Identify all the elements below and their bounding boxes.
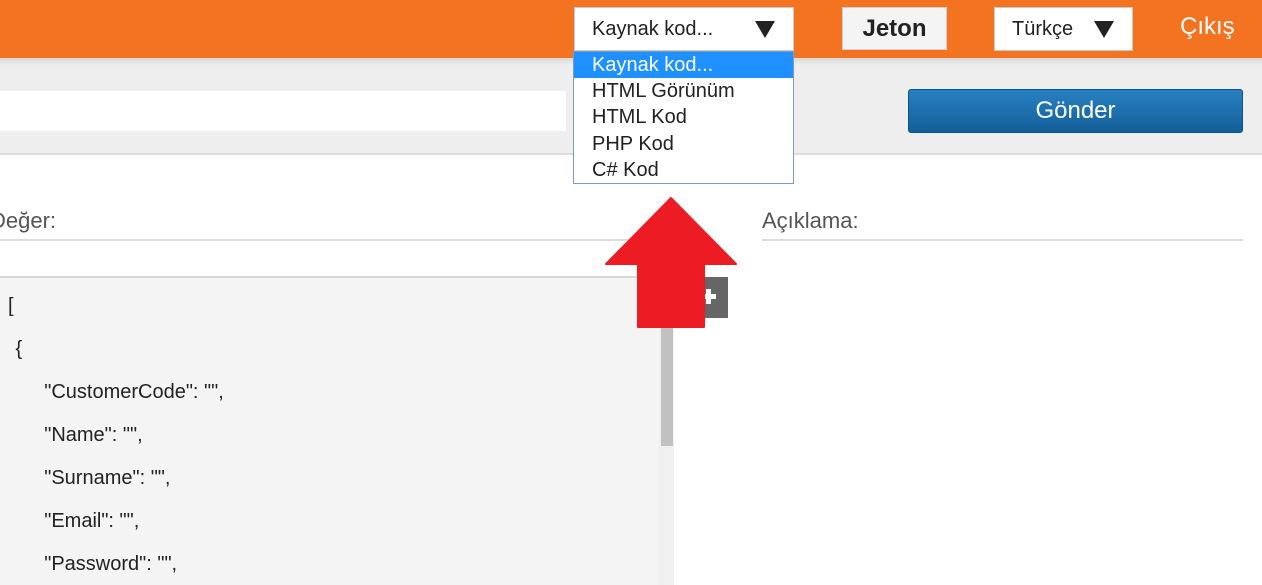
- dropdown-option-php-code[interactable]: PHP Kod: [574, 131, 793, 157]
- code-format-dropdown: Kaynak kod... HTML Görünüm HTML Kod PHP …: [573, 51, 794, 184]
- dropdown-option-source-code[interactable]: Kaynak kod...: [574, 52, 793, 79]
- value-label-divider: [0, 239, 674, 241]
- description-label-divider: [762, 239, 1243, 241]
- code-line: "Surname": "",: [22, 467, 171, 489]
- code-line: "Email": "",: [22, 510, 140, 532]
- code-line: {: [10, 338, 23, 360]
- url-input[interactable]: [0, 91, 566, 131]
- code-format-select-value: Kaynak kod...: [592, 17, 714, 40]
- code-line: "CustomerCode": "",: [22, 381, 224, 403]
- send-button[interactable]: Gönder: [908, 89, 1243, 133]
- red-up-arrow-icon: [605, 197, 737, 328]
- code-line: "Password": "",: [22, 553, 178, 575]
- language-select-value: Türkçe: [1012, 17, 1074, 40]
- description-label: Açıklama:: [762, 208, 859, 233]
- code-format-select[interactable]: Kaynak kod...: [574, 7, 794, 51]
- dropdown-option-csharp-code[interactable]: C# Kod: [574, 157, 793, 183]
- value-label: Değer:: [0, 208, 57, 233]
- dropdown-option-html-view[interactable]: HTML Görünüm: [574, 78, 793, 104]
- chevron-down-icon: [755, 21, 775, 38]
- chevron-down-icon: [1094, 21, 1114, 38]
- language-select[interactable]: Türkçe: [994, 7, 1133, 51]
- code-line: [: [8, 295, 14, 317]
- dropdown-option-html-code[interactable]: HTML Kod: [574, 104, 793, 130]
- json-editor[interactable]: [ { "CustomerCode": "", "Name": "", "Sur…: [0, 276, 674, 585]
- code-line: "Name": "",: [22, 424, 143, 446]
- token-button[interactable]: Jeton: [842, 7, 947, 50]
- logout-link[interactable]: Çıkış: [1180, 13, 1235, 41]
